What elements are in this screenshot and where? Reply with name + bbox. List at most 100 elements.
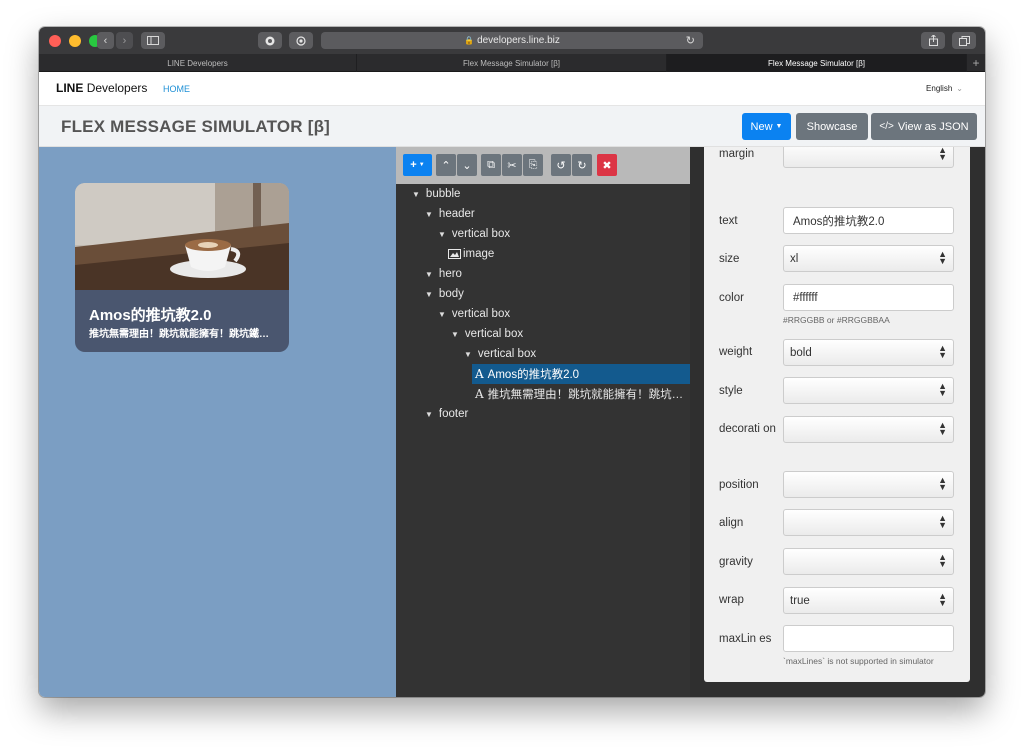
- showcase-button[interactable]: Showcase: [796, 113, 868, 140]
- tree-node-body[interactable]: ▼ body: [425, 284, 464, 304]
- redo-icon[interactable]: ↻: [572, 154, 592, 176]
- view-json-button[interactable]: </> View as JSON: [871, 113, 977, 140]
- delete-icon[interactable]: ✖: [597, 154, 617, 176]
- caret-down-icon: ▼: [425, 269, 433, 279]
- wrap-select[interactable]: true ▲ ▼: [783, 587, 954, 614]
- add-component-button[interactable]: + ▼: [403, 154, 432, 176]
- view-json-label: View as JSON: [897, 120, 969, 133]
- select-arrows-icon: ▲ ▼: [938, 591, 947, 608]
- site-navbar: LINE Developers HOME English ⌄: [39, 72, 985, 106]
- tree-node-subtitle-text[interactable]: A 推坑無需理由！跳坑就能擁有！跳坑…: [472, 384, 686, 404]
- move-up-button[interactable]: ⌃: [436, 154, 456, 176]
- weight-select[interactable]: bold ▲ ▼: [783, 339, 954, 366]
- tree-node-label: bubble: [425, 188, 461, 200]
- pane-divider[interactable]: [690, 147, 704, 697]
- address-bar[interactable]: 🔒 developers.line.biz ↻: [321, 32, 703, 49]
- copy-icon[interactable]: ⧉: [481, 154, 501, 176]
- language-label: English: [926, 84, 953, 93]
- align-select[interactable]: ▲ ▼: [783, 509, 954, 536]
- language-selector[interactable]: English ⌄: [926, 84, 963, 93]
- select-arrows-icon: ▲ ▼: [938, 249, 947, 266]
- caret-down-icon: ▼: [775, 123, 783, 130]
- browser-window: ‹ › 🔒 developers.line.biz ↻ LINE Develop…: [39, 27, 985, 697]
- caret-down-icon: ▼: [425, 209, 433, 219]
- simulator-header: FLEX MESSAGE SIMULATOR [β] New ▼ Showcas…: [39, 106, 985, 147]
- tree-node-body-box[interactable]: ▼ vertical box: [438, 304, 510, 324]
- new-tab-button[interactable]: +: [967, 54, 985, 72]
- wrap-label: wrap: [719, 594, 744, 606]
- decoration-label: decorati on: [719, 423, 776, 435]
- select-arrows-icon: ▲ ▼: [938, 475, 947, 492]
- tree-node-label: header: [438, 208, 475, 220]
- tree-toolbar: + ▼ ⌃ ⌄ ⧉ ✂ ⎘ ↺ ↻ ✖: [396, 147, 690, 184]
- share-icon[interactable]: [921, 32, 945, 49]
- size-value: xl: [790, 252, 799, 265]
- browser-tab-line-developers[interactable]: LINE Developers: [39, 54, 357, 72]
- back-button[interactable]: ‹: [97, 32, 114, 49]
- logo-developers: Developers: [86, 81, 148, 95]
- code-icon: </>: [879, 121, 894, 132]
- reload-icon[interactable]: ↻: [686, 34, 695, 47]
- position-select[interactable]: ▲ ▼: [783, 471, 954, 498]
- decoration-select[interactable]: ▲ ▼: [783, 416, 954, 443]
- tabs-overview-icon[interactable]: [952, 32, 976, 49]
- site-logo[interactable]: LINE Developers: [56, 81, 147, 95]
- tree-node-bubble[interactable]: ▼ bubble: [412, 184, 460, 204]
- tree-node-body-inner-box[interactable]: ▼ vertical box: [451, 324, 523, 344]
- text-label: text: [719, 215, 738, 227]
- home-link[interactable]: HOME: [163, 84, 190, 94]
- weight-label: weight: [719, 346, 753, 358]
- tree-node-title-text[interactable]: A Amos的推坑教2.0: [472, 364, 690, 384]
- paste-icon[interactable]: ⎘: [523, 154, 543, 176]
- tree-node-label: footer: [438, 408, 469, 420]
- page-title: FLEX MESSAGE SIMULATOR [β]: [61, 117, 331, 136]
- align-label: align: [719, 517, 744, 529]
- tree-node-header-box[interactable]: ▼ vertical box: [438, 224, 510, 244]
- tree-node-hero[interactable]: ▼ hero: [425, 264, 462, 284]
- color-label: color: [719, 292, 744, 304]
- select-arrows-icon: ▲ ▼: [938, 552, 947, 569]
- text-input[interactable]: Amos的推坑教2.0: [783, 207, 954, 234]
- select-arrows-icon: ▲ ▼: [938, 513, 947, 530]
- tree-node-label: Amos的推坑教2.0: [487, 369, 580, 381]
- size-select[interactable]: xl ▲ ▼: [783, 245, 954, 272]
- undo-icon[interactable]: ↺: [551, 154, 571, 176]
- browser-tab-simulator-active[interactable]: Flex Message Simulator [β]: [667, 54, 967, 72]
- url-text: developers.line.biz: [477, 35, 560, 46]
- maxlines-input[interactable]: [783, 625, 954, 652]
- select-arrows-icon: ▲ ▼: [938, 147, 947, 162]
- close-window-button[interactable]: [49, 35, 61, 47]
- tree-node-label: hero: [438, 268, 462, 280]
- margin-select[interactable]: ▲ ▼: [783, 147, 954, 168]
- wrap-value: true: [790, 594, 810, 607]
- hero-image[interactable]: [75, 183, 289, 290]
- forward-button[interactable]: ›: [116, 32, 133, 49]
- tree-node-image[interactable]: image: [448, 244, 494, 264]
- tree-node-text-box[interactable]: ▼ vertical box: [464, 344, 536, 364]
- flex-bubble-preview[interactable]: Amos的推坑教2.0 推坑無需理由！跳坑就能擁有！跳坑鐵…: [75, 183, 289, 352]
- gravity-select[interactable]: ▲ ▼: [783, 548, 954, 575]
- tree-node-label: body: [438, 288, 464, 300]
- weight-value: bold: [790, 346, 812, 359]
- tree-node-header[interactable]: ▼ header: [425, 204, 475, 224]
- gravity-label: gravity: [719, 556, 753, 568]
- color-input[interactable]: #ffffff: [783, 284, 954, 311]
- caret-down-icon: ▼: [412, 189, 420, 199]
- tree-node-footer[interactable]: ▼ footer: [425, 404, 468, 424]
- sidebar-toggle-icon[interactable]: [141, 32, 165, 49]
- style-label: style: [719, 385, 743, 397]
- bubble-subtitle-text[interactable]: 推坑無需理由！跳坑就能擁有！跳坑鐵…: [89, 325, 279, 340]
- style-select[interactable]: ▲ ▼: [783, 377, 954, 404]
- cut-icon[interactable]: ✂: [502, 154, 522, 176]
- select-arrows-icon: ▲ ▼: [938, 420, 947, 437]
- bubble-title-text[interactable]: Amos的推坑教2.0: [89, 304, 212, 325]
- browser-tab-simulator[interactable]: Flex Message Simulator [β]: [357, 54, 667, 72]
- minimize-window-button[interactable]: [69, 35, 81, 47]
- logo-line: LINE: [56, 81, 84, 95]
- privacy-icon[interactable]: [289, 32, 313, 49]
- move-down-button[interactable]: ⌄: [457, 154, 477, 176]
- new-button[interactable]: New ▼: [742, 113, 791, 140]
- preview-pane: Amos的推坑教2.0 推坑無需理由！跳坑就能擁有！跳坑鐵…: [39, 147, 396, 697]
- extension-icon[interactable]: [258, 32, 282, 49]
- position-label: position: [719, 479, 759, 491]
